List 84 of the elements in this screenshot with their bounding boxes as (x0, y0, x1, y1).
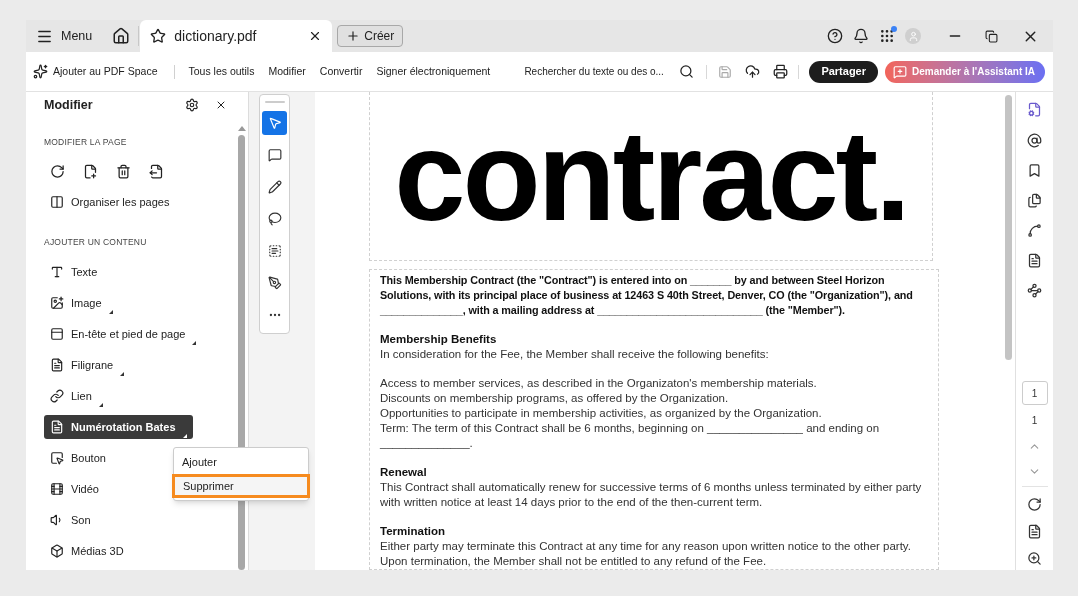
document-edit-icon[interactable] (1027, 102, 1042, 117)
paragraph: Opportunities to participate in membership activities, as organized by the Organization. (380, 406, 823, 421)
item-icon (50, 265, 64, 279)
pen-icon (267, 276, 282, 290)
lasso-icon (267, 212, 282, 226)
document-title: contract. (394, 112, 908, 240)
pages-icon[interactable] (1027, 193, 1042, 208)
panel-item[interactable]: En-tête et pied de page (44, 322, 203, 346)
item-icon (50, 451, 64, 465)
cloud-upload-icon[interactable] (745, 64, 761, 79)
bookmark-icon[interactable] (1027, 163, 1042, 178)
section-heading: Termination (380, 524, 446, 539)
restore-icon[interactable] (985, 29, 998, 43)
panel-item[interactable]: Image (44, 291, 119, 315)
item-icon (50, 358, 64, 372)
page-number-field[interactable]: 1 (1021, 381, 1048, 405)
panel-item[interactable]: Lien (44, 384, 109, 408)
panel-item[interactable]: Vidéo (44, 477, 105, 501)
search-field[interactable]: Rechercher du texte ou des o... (524, 64, 677, 79)
paragraph: Term: The term of this Contract shall be 6 months, beginning on _______________ and ending on (380, 421, 881, 436)
panel-item[interactable]: Médias 3D (44, 539, 130, 563)
pointer-icon (267, 116, 282, 130)
pencil-icon (267, 180, 282, 194)
section-heading: MODIFIER LA PAGE (44, 136, 128, 149)
section-heading: Membership Benefits (380, 332, 498, 347)
add-to-pdf-space-button[interactable]: Ajouter au PDF Space (33, 63, 158, 80)
close-icon[interactable] (215, 99, 227, 111)
share-button[interactable]: Partager (809, 60, 878, 83)
item-icon (50, 327, 64, 341)
sparkle-plus-icon (33, 64, 48, 79)
paragraph: Either party may terminate this Contract at any time for any reason upon written notice to the other party. (380, 539, 912, 554)
panel-item[interactable]: Bouton (44, 446, 112, 470)
ai-assistant-button[interactable]: Demander à l'Assistant IA (885, 60, 1045, 83)
search-icon[interactable] (679, 64, 695, 79)
panel-item[interactable]: Son (44, 508, 97, 532)
menu-button[interactable]: Menu (36, 26, 93, 46)
star-icon[interactable] (150, 28, 167, 44)
item-icon (50, 544, 64, 558)
rotate-icon[interactable] (50, 164, 65, 180)
extract-page-icon[interactable] (149, 164, 164, 180)
section-heading: AJOUTER UN CONTENU (44, 235, 148, 249)
item-icon (50, 389, 64, 403)
create-button[interactable]: Créer (337, 25, 404, 47)
home-icon[interactable] (112, 27, 131, 45)
item-icon (50, 296, 64, 310)
tab-title: dictionary.pdf (174, 26, 258, 46)
plus-icon (346, 29, 361, 43)
delete-icon[interactable] (116, 164, 131, 180)
toolbar-menu-link[interactable]: Modifier (261, 63, 313, 80)
paragraph: Access to member services, as described in the Organizaton's membership materials. (380, 376, 818, 391)
zoom-in-icon[interactable] (1027, 551, 1042, 566)
path-icon[interactable] (1027, 223, 1042, 238)
item-icon (50, 482, 64, 496)
paragraph: Upon termination, the Member shall not be entitled to any refund of the Fee. (380, 554, 768, 569)
paragraph: Discounts on membership programs, as offered by the Organization. (380, 391, 730, 406)
paragraph: ______________. (380, 436, 474, 451)
panel-item[interactable]: Numérotation Bates (44, 415, 193, 439)
settings-icon[interactable] (185, 98, 199, 112)
apps-grid-icon[interactable] (879, 28, 895, 44)
menu-item[interactable]: Ajouter (174, 450, 308, 474)
menu-item[interactable]: Supprimer (172, 474, 310, 498)
bell-icon[interactable] (853, 28, 869, 44)
toolbar-menu-link[interactable]: Convertir (312, 63, 370, 80)
document-icon[interactable] (1027, 253, 1042, 268)
insert-page-icon[interactable] (83, 164, 98, 180)
panel-title: Modifier (44, 96, 94, 114)
paragraph: This Contract shall automatically renew for successive terms of 6 months unless terminated by either party with written notice at least 14 days prior to the end of the then-current term. (380, 480, 923, 510)
toolbar-menu-link[interactable]: Signer électroniquement (369, 63, 498, 80)
print-icon[interactable] (773, 64, 789, 79)
item-icon (50, 195, 64, 210)
help-icon[interactable] (827, 28, 843, 44)
paragraph: This Membership Contract (the "Contract") is entered into on _______ by and between Steel Horizon Solutions, with its principal place of business at 12463 S 40th Street, Denver, CO (the "Organization"), and ______________, with a mailing address at ____________________________ (the "Member"). (380, 273, 914, 318)
item-icon (50, 420, 64, 434)
panel-item[interactable]: Filigrane (44, 353, 131, 377)
scrollbar-thumb[interactable] (1004, 95, 1012, 360)
text-select-icon (267, 244, 282, 258)
page-count: 1 (1031, 414, 1038, 428)
rotate-icon[interactable] (1027, 497, 1042, 512)
document-tab[interactable]: dictionary.pdf (140, 20, 333, 52)
section-heading: Renewal (380, 465, 428, 480)
panel-item[interactable]: Organiser les pages (44, 190, 176, 215)
paragraph: In consideration for the Fee, the Member shall receive the following benefits: (380, 347, 770, 362)
toolbar-menu-link[interactable]: Tous les outils (181, 63, 262, 80)
panel-item[interactable]: Texte (44, 260, 104, 284)
